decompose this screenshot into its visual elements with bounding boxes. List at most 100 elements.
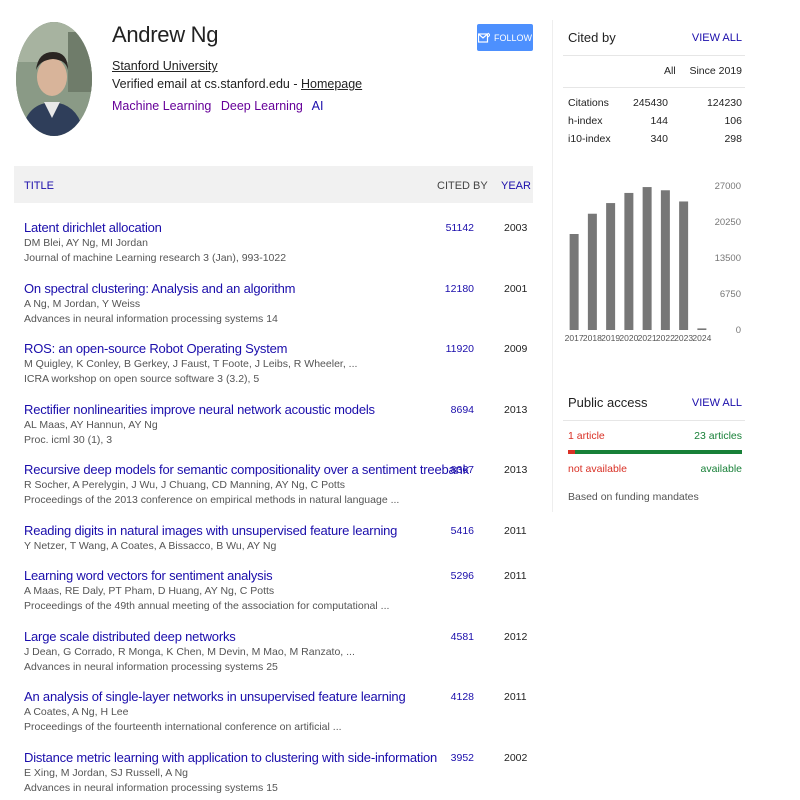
article-cited-by-link[interactable]: 8694	[451, 404, 474, 416]
chart-bar-2024[interactable]	[697, 328, 707, 330]
divider	[563, 420, 745, 421]
interests: Machine Learning Deep Learning AI	[112, 99, 329, 113]
article-year: 2003	[504, 222, 528, 234]
public-access-bar	[568, 450, 742, 454]
chart-bar-2021[interactable]	[642, 187, 652, 330]
sort-year-header[interactable]: YEAR	[501, 180, 531, 192]
public-access-bar-not-available	[568, 450, 576, 454]
interest-deep-learning[interactable]: Deep Learning	[221, 99, 303, 113]
article-venue: Proc. icml 30 (1), 3	[24, 433, 113, 446]
chart-x-tick-label: 2024	[692, 333, 711, 343]
article-cited-by-link[interactable]: 51142	[446, 222, 474, 234]
article-authors: DM Blei, AY Ng, MI Jordan	[24, 237, 148, 249]
article-venue: Journal of machine Learning research 3 (…	[24, 252, 287, 264]
article-row: Reading digits in natural images with un…	[14, 506, 533, 552]
article-authors: A Maas, RE Daly, PT Pham, D Huang, AY Ng…	[24, 585, 275, 597]
article-authors: M Quigley, K Conley, B Gerkey, J Faust, …	[24, 358, 358, 370]
sidebar: Cited by VIEW ALL All Since 2019 Citatio…	[552, 20, 752, 512]
article-year: 2001	[504, 282, 528, 295]
article-title-link[interactable]: ROS: an open-source Robot Operating Syst…	[24, 341, 287, 356]
public-access-title: Public access	[568, 395, 648, 410]
articles-list: Latent dirichlet allocation DM Blei, AY …	[14, 203, 533, 794]
article-cited-by-link[interactable]: 8367	[451, 464, 474, 476]
available-count-link[interactable]: 23 articles	[694, 430, 742, 442]
chart-bar-2023[interactable]	[679, 201, 689, 330]
available-label: available	[700, 463, 742, 475]
public-access-view-all-link[interactable]: VIEW ALL	[692, 397, 742, 409]
profile-name: Andrew Ng	[112, 22, 219, 47]
chart-bar-2022[interactable]	[660, 190, 670, 330]
interest-ai[interactable]: AI	[312, 99, 324, 113]
article-title-link[interactable]: An analysis of single-layer networks in …	[24, 689, 406, 704]
article-authors: Y Netzer, T Wang, A Coates, A Bissacco, …	[24, 539, 277, 552]
article-venue: ICRA workshop on open source software 3 …	[24, 373, 260, 385]
article-title-link[interactable]: Rectifier nonlinearities improve neural …	[24, 402, 375, 417]
article-row: Recursive deep models for semantic compo…	[14, 445, 533, 506]
stats-since-value: 298	[724, 133, 742, 145]
article-cited-by-link[interactable]: 5296	[451, 570, 474, 582]
cited-by-view-all-link[interactable]: VIEW ALL	[692, 32, 742, 44]
article-year: 2012	[504, 630, 528, 643]
article-venue: Advances in neural information processin…	[24, 312, 278, 325]
article-cited-by-link[interactable]: 5416	[451, 525, 474, 537]
homepage-link[interactable]: Homepage	[301, 77, 362, 91]
cited-by-title: Cited by	[568, 30, 616, 45]
article-cited-by-link[interactable]: 12180	[445, 283, 474, 295]
article-year: 2011	[504, 691, 527, 703]
follow-label: FOLLOW	[493, 32, 532, 43]
article-year: 2013	[504, 464, 528, 476]
article-title-link[interactable]: Latent dirichlet allocation	[24, 220, 162, 235]
stats-label: i10-index	[568, 133, 611, 145]
article-cited-by-link[interactable]: 4128	[451, 691, 474, 703]
article-title-link[interactable]: Recursive deep models for semantic compo…	[24, 462, 469, 477]
citations-per-year-chart: 2017 2018 2019 2020 2021 2022 2023 2024 27000 202…	[565, 181, 741, 343]
stats-since-value: 124230	[706, 97, 742, 109]
sort-cited-by-header[interactable]: CITED BY	[437, 180, 488, 192]
article-authors: J Dean, G Corrado, R Monga, K Chen, M De…	[24, 645, 355, 658]
article-venue: Proceedings of the fourteenth internatio…	[24, 721, 342, 733]
article-authors: A Coates, A Ng, H Lee	[24, 706, 129, 718]
article-title-link[interactable]: Distance metric learning with applicatio…	[24, 750, 437, 765]
follow-mail-icon	[477, 32, 490, 44]
divider	[563, 87, 745, 88]
stats-col-all: All	[664, 65, 676, 77]
article-venue: Advances in neural information processin…	[24, 660, 278, 673]
article-row: Large scale distributed deep networks J …	[14, 612, 533, 673]
article-row: Latent dirichlet allocation DM Blei, AY …	[14, 203, 533, 264]
chart-bar-2019[interactable]	[606, 203, 616, 330]
chart-bar-2017[interactable]	[569, 234, 579, 330]
sort-title-header[interactable]: TITLE	[24, 180, 54, 192]
article-venue: Advances in neural information processin…	[24, 781, 278, 794]
article-authors: E Xing, M Jordan, SJ Russell, A Ng	[24, 766, 188, 779]
article-title-link[interactable]: Large scale distributed deep networks	[24, 629, 236, 644]
article-cited-by-link[interactable]: 11920	[446, 343, 474, 355]
article-year: 2011	[504, 570, 527, 582]
chart-y-tick-label: 0	[736, 325, 741, 336]
follow-button[interactable]: FOLLOW	[477, 24, 533, 51]
affiliation-link[interactable]: Stanford University	[112, 59, 218, 73]
article-title-link[interactable]: Reading digits in natural images with un…	[24, 523, 397, 538]
article-authors: A Ng, M Jordan, Y Weiss	[24, 297, 141, 310]
chart-x-tick-label: 2018	[583, 333, 602, 343]
article-title-link[interactable]: Learning word vectors for sentiment anal…	[24, 568, 273, 583]
article-title-link[interactable]: On spectral clustering: Analysis and an …	[24, 281, 295, 296]
chart-bar-2020[interactable]	[624, 192, 634, 330]
chart-bar-2018[interactable]	[587, 213, 597, 330]
interest-machine-learning[interactable]: Machine Learning	[112, 99, 211, 113]
stats-all-value: 144	[650, 115, 668, 127]
article-year: 2011	[504, 524, 527, 537]
article-row: Rectifier nonlinearities improve neural …	[14, 385, 533, 446]
chart-x-tick-label: 2021	[638, 333, 657, 343]
not-available-count-link[interactable]: 1 article	[568, 430, 605, 442]
article-year: 2009	[504, 343, 528, 355]
stats-label: h-index	[568, 115, 603, 127]
stats-col-since: Since 2019	[689, 65, 742, 77]
article-cited-by-link[interactable]: 4581	[451, 631, 474, 643]
article-cited-by-link[interactable]: 3952	[451, 752, 474, 764]
stats-label: Citations	[568, 97, 609, 109]
chart-x-tick-label: 2017	[565, 333, 584, 343]
article-row: ROS: an open-source Robot Operating Syst…	[14, 324, 533, 385]
article-venue: Proceedings of the 2013 conference on em…	[24, 494, 400, 506]
chart-x-tick-label: 2019	[601, 333, 620, 343]
verified-email-text: Verified email at cs.stanford.edu -	[112, 77, 301, 91]
